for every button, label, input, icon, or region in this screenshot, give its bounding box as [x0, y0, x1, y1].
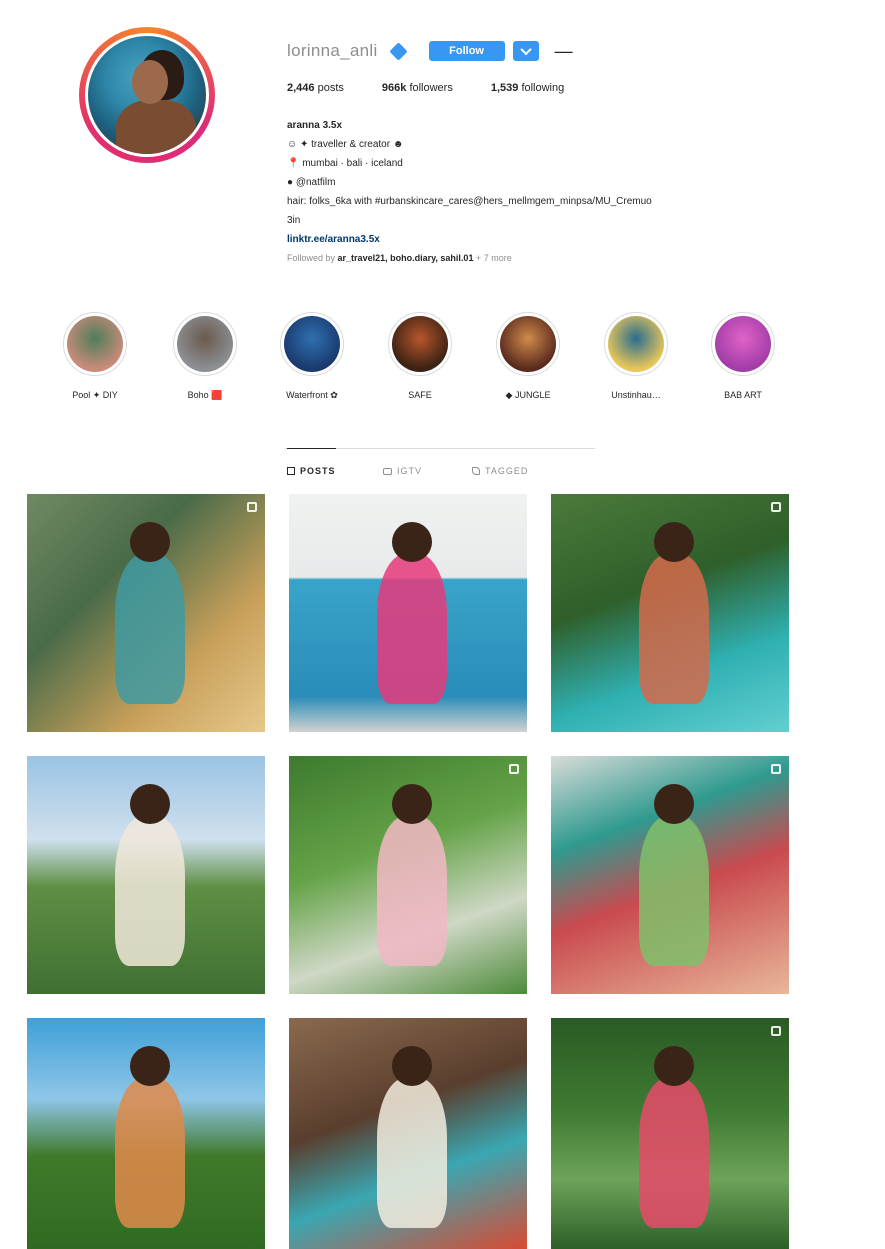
- avatar-image: [85, 33, 209, 157]
- post-subject-head: [654, 784, 694, 824]
- suggested-dropdown-button[interactable]: [512, 41, 539, 61]
- post-subject: [639, 554, 709, 704]
- post-subject-head: [130, 1046, 170, 1086]
- bio-line: 3in: [287, 215, 301, 226]
- highlight-cover: [63, 312, 127, 376]
- following-stat[interactable]: 1,539 following: [491, 82, 564, 94]
- carousel-icon: [771, 1026, 781, 1036]
- post-subject-head: [392, 1046, 432, 1086]
- post-thumbnail[interactable]: [27, 494, 265, 732]
- followed-by[interactable]: Followed by ar_travel21, boho.diary, sah…: [287, 249, 787, 268]
- story-highlight[interactable]: ◆ JUNGLE: [480, 312, 576, 401]
- highlight-label: Pool ✦ DIY: [72, 390, 118, 400]
- profile-stats: 2,446 posts 966k followers 1,539 followi…: [287, 82, 564, 94]
- followers-stat[interactable]: 966k followers: [382, 82, 453, 94]
- post-subject: [377, 554, 447, 704]
- username: lorinna_anli: [287, 41, 378, 60]
- post-thumbnail[interactable]: [551, 1018, 789, 1249]
- display-name: aranna 3.5x: [287, 120, 343, 131]
- highlight-image: [177, 316, 233, 372]
- highlight-cover: [711, 312, 775, 376]
- highlight-label: ◆ JUNGLE: [505, 390, 551, 400]
- posts-stat: 2,446 posts: [287, 82, 344, 94]
- post-thumbnail[interactable]: [289, 756, 527, 994]
- highlight-label: Boho 🟥: [187, 390, 223, 400]
- post-thumbnail[interactable]: [27, 1018, 265, 1249]
- bio-line: ● @natfilm: [287, 177, 336, 188]
- highlight-cover: [388, 312, 452, 376]
- profile-avatar[interactable]: [79, 27, 215, 163]
- highlight-image: [392, 316, 448, 372]
- story-highlights: Pool ✦ DIY Boho 🟥 Waterfront ✿ SAFE ◆ JUNGLE…: [50, 312, 840, 412]
- highlight-label: Waterfront ✿: [286, 390, 338, 400]
- tab-posts[interactable]: POSTS: [287, 448, 336, 476]
- post-thumbnail[interactable]: [289, 1018, 527, 1249]
- profile-title-row: lorinna_anli Follow —: [287, 38, 574, 64]
- carousel-icon: [771, 502, 781, 512]
- highlight-cover: [280, 312, 344, 376]
- more-options-icon[interactable]: —: [555, 41, 574, 62]
- follow-button[interactable]: Follow: [428, 41, 505, 61]
- story-highlight[interactable]: Pool ✦ DIY: [47, 312, 143, 401]
- profile-bio: aranna 3.5x ☺ ✦ traveller & creator ☻ 📍 …: [287, 116, 787, 268]
- highlight-image: [500, 316, 556, 372]
- bio-line: hair: folks_6ka with #urbanskincare_care…: [287, 196, 652, 207]
- bio-line: ☺ ✦ traveller & creator ☻: [287, 139, 404, 150]
- chevron-down-icon: [519, 43, 532, 56]
- post-subject: [377, 1078, 447, 1228]
- post-thumbnail[interactable]: [551, 494, 789, 732]
- highlight-cover: [173, 312, 237, 376]
- post-thumbnail[interactable]: [289, 494, 527, 732]
- story-highlight[interactable]: Boho 🟥: [157, 312, 253, 401]
- post-subject: [115, 816, 185, 966]
- post-subject-head: [130, 522, 170, 562]
- post-subject-head: [654, 1046, 694, 1086]
- post-subject-head: [654, 522, 694, 562]
- profile-tabs: POSTS IGTV TAGGED: [0, 448, 885, 488]
- post-subject: [115, 1078, 185, 1228]
- carousel-icon: [509, 764, 519, 774]
- post-thumbnail[interactable]: [551, 756, 789, 994]
- post-subject-head: [130, 784, 170, 824]
- post-subject-head: [392, 522, 432, 562]
- tab-igtv[interactable]: IGTV: [383, 466, 422, 476]
- carousel-icon: [771, 764, 781, 774]
- highlight-cover: [604, 312, 668, 376]
- bio-line: 📍 mumbai · bali · iceland: [287, 158, 403, 169]
- post-thumbnail[interactable]: [27, 756, 265, 994]
- tag-icon: [472, 467, 480, 475]
- grid-icon: [287, 467, 295, 475]
- highlight-image: [715, 316, 771, 372]
- post-subject: [377, 816, 447, 966]
- profile-link[interactable]: linktr.ee/aranna3.5x: [287, 230, 787, 249]
- story-highlight[interactable]: Waterfront ✿: [264, 312, 360, 401]
- highlight-image: [608, 316, 664, 372]
- story-highlight[interactable]: BAB ART: [695, 312, 791, 400]
- highlight-image: [67, 316, 123, 372]
- tab-tagged[interactable]: TAGGED: [472, 466, 528, 476]
- verified-badge-icon: [388, 41, 408, 61]
- highlight-cover: [496, 312, 560, 376]
- story-highlight[interactable]: Unstinhau…: [588, 312, 684, 400]
- highlight-image: [284, 316, 340, 372]
- post-subject: [115, 554, 185, 704]
- story-highlight[interactable]: SAFE: [372, 312, 468, 400]
- highlight-label: BAB ART: [724, 390, 762, 400]
- highlight-label: Unstinhau…: [611, 390, 661, 400]
- post-subject-head: [392, 784, 432, 824]
- profile-header: lorinna_anli Follow — 2,446 posts 966k f…: [0, 0, 885, 290]
- post-subject: [639, 816, 709, 966]
- post-subject: [639, 1078, 709, 1228]
- carousel-icon: [247, 502, 257, 512]
- tv-icon: [383, 467, 392, 475]
- highlight-label: SAFE: [408, 390, 432, 400]
